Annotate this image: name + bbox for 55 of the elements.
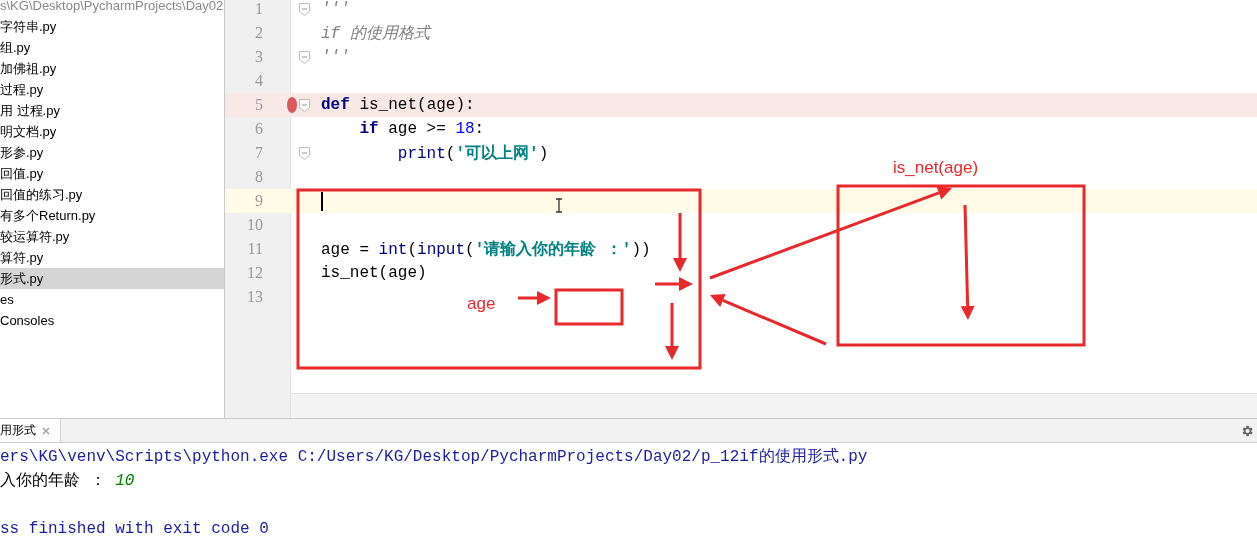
- line-number: 1: [254, 0, 263, 18]
- line-number: 2: [254, 24, 263, 42]
- code-line: ''': [320, 0, 350, 18]
- file-tree-item[interactable]: Consoles: [0, 310, 224, 331]
- console-line: ss finished with exit code 0: [0, 519, 270, 540]
- file-tree-item[interactable]: 回值的练习.py: [0, 184, 224, 205]
- code-line: print('可以上网'): [396, 143, 549, 164]
- code-line: def is_net(age):: [320, 96, 475, 114]
- line-number: 11: [246, 240, 263, 258]
- console-line: 入你的年龄 ： 10: [0, 471, 136, 492]
- file-tree-item[interactable]: 字符串.py: [0, 16, 224, 37]
- text-cursor-icon: [555, 198, 563, 213]
- file-tree-item[interactable]: 有多个Return.py: [0, 205, 224, 226]
- file-tree-item[interactable]: 回值.py: [0, 163, 224, 184]
- line-number: 5: [254, 96, 263, 114]
- fold-marker-icon[interactable]: [298, 50, 310, 64]
- file-tree-item[interactable]: 形参.py: [0, 142, 224, 163]
- settings-icon[interactable]: [1240, 423, 1254, 438]
- file-tree-item[interactable]: 组.py: [0, 37, 224, 58]
- file-tree-item[interactable]: 加佛祖.py: [0, 58, 224, 79]
- file-tree-item[interactable]: 明文档.py: [0, 121, 224, 142]
- arrow: [518, 291, 551, 305]
- code-line: ''': [320, 48, 350, 66]
- console-line: ers\KG\venv\Scripts\python.exe C:/Users/KG/Desktop/PycharmProjects/Day02/p_12if的使用形式.py: [0, 447, 869, 468]
- code-line: if 的使用格式: [320, 23, 430, 44]
- code-line: age = int(input('请输入你的年龄 ：')): [320, 239, 651, 260]
- line-number: 9: [254, 192, 263, 210]
- arrow: [673, 213, 687, 272]
- fold-marker-icon[interactable]: [298, 146, 310, 160]
- line-number: 7: [254, 144, 263, 162]
- annotation-label: is_net(age): [893, 158, 979, 178]
- code-line: if age >= 18:: [358, 120, 485, 138]
- line-number: 3: [254, 48, 263, 66]
- fold-marker-icon[interactable]: [298, 98, 310, 112]
- file-tree-item[interactable]: 形式.py: [0, 268, 224, 289]
- arrow: [665, 303, 679, 360]
- close-icon: [42, 426, 50, 435]
- file-tree-item[interactable]: 较运算符.py: [0, 226, 224, 247]
- line-number: 10: [246, 216, 263, 234]
- fold-marker-icon[interactable]: [298, 2, 310, 16]
- line-number: 13: [246, 288, 263, 306]
- line-number: 8: [254, 168, 263, 186]
- arrow: [655, 277, 693, 291]
- file-tree-item[interactable]: 用 过程.py: [0, 100, 224, 121]
- line-number: 12: [246, 264, 263, 282]
- file-tree-item[interactable]: 过程.py: [0, 79, 224, 100]
- run-tab[interactable]: 用形式: [0, 419, 61, 442]
- file-tree-item[interactable]: 算符.py: [0, 247, 224, 268]
- line-number: 6: [254, 120, 263, 138]
- line-number: 4: [254, 72, 263, 90]
- breakpoint-icon[interactable]: [287, 97, 297, 113]
- project-path: s\KG\Desktop\PycharmProjects\Day02: [0, 0, 224, 15]
- annotation-label: age: [467, 294, 496, 314]
- code-line: is_net(age): [320, 264, 427, 282]
- file-tree-item[interactable]: es: [0, 289, 224, 310]
